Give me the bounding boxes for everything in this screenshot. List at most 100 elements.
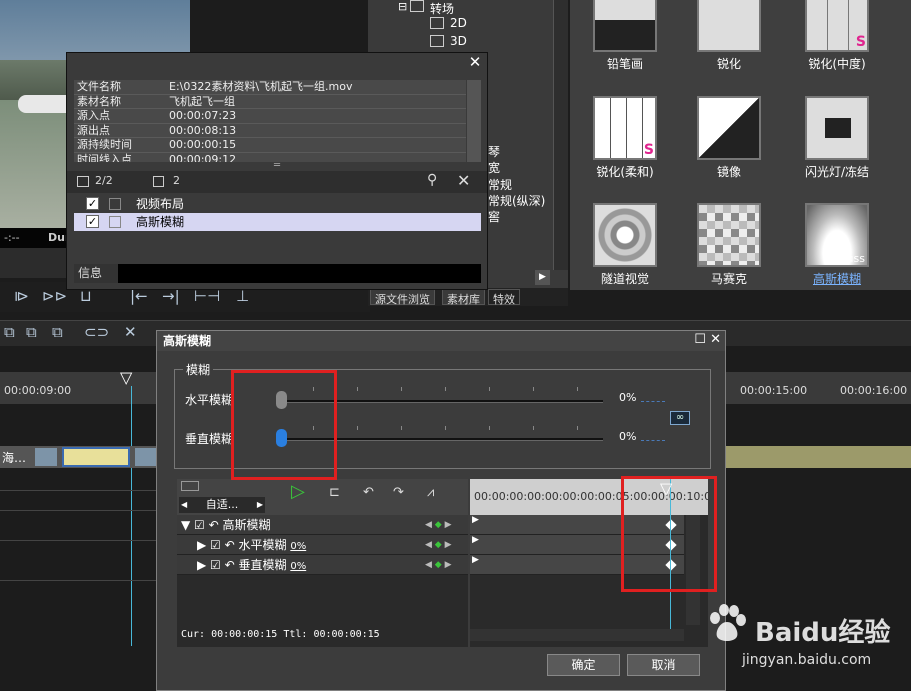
checkbox[interactable]: ✓: [86, 215, 99, 228]
video-track[interactable]: 海…: [0, 446, 160, 468]
mosaic-effect-icon: [697, 203, 761, 267]
value-underline: [641, 440, 665, 441]
tree-folder-transitions[interactable]: 转场: [430, 0, 454, 17]
slider-tick: [577, 426, 578, 430]
video-track-right[interactable]: [725, 446, 911, 468]
playhead-icon[interactable]: ▽: [120, 370, 142, 386]
graph-icon[interactable]: ⩘: [427, 485, 434, 500]
checkbox[interactable]: ✓: [86, 197, 99, 210]
link-icon[interactable]: ∞: [670, 411, 690, 425]
s-badge: S: [855, 34, 866, 50]
tab-effects[interactable]: 特效: [488, 289, 520, 306]
vertical-blur-label: 垂直模糊: [185, 432, 234, 446]
row-label: ▼ ☑ ↶ 高斯模糊: [181, 518, 271, 532]
gaussian-blur-filter-icon: [109, 216, 121, 228]
strobe-freeze-effect-icon: [805, 96, 869, 160]
filter-settings-icon[interactable]: ⚲: [427, 172, 437, 188]
dialog-title: 高斯模糊: [157, 331, 725, 351]
grip-icon[interactable]: [181, 481, 199, 491]
effect-sharpen-medium[interactable]: S 锐化(中度): [787, 0, 887, 72]
info-tab[interactable]: 信息: [74, 264, 118, 283]
copy-icon[interactable]: ⧉: [26, 323, 37, 341]
tree-item-partial[interactable]: 常规(纵深): [488, 192, 545, 209]
effect-label: 锐化(中度): [808, 57, 866, 71]
keyframe-row-vertical-blur[interactable]: ▶ ☑ ↶ 垂直模糊 0% ◀ ◆ ▶: [177, 555, 468, 575]
splitter-handle[interactable]: ═: [267, 161, 287, 171]
keyframe-horizontal-scrollbar[interactable]: [470, 629, 684, 641]
keyframe-nav[interactable]: ◀ ◆ ▶: [425, 515, 452, 535]
filter-item-label: 视频布局: [136, 197, 185, 211]
effect-mirror[interactable]: 镜像: [679, 96, 779, 180]
effect-pencil[interactable]: 铅笔画: [575, 0, 675, 72]
undo-icon[interactable]: ↶: [363, 485, 374, 500]
play-in-out-icon[interactable]: ⧐: [14, 287, 29, 305]
paste-icon[interactable]: ⧉: [52, 323, 63, 341]
filter-item-gaussian-blur[interactable]: ✓ 高斯模糊: [74, 213, 481, 231]
ruler-timecode: 00:00:15:00: [740, 384, 808, 397]
chevron-left-icon[interactable]: ◀: [181, 497, 187, 513]
effect-label: 高斯模糊: [812, 272, 861, 286]
tree-item-partial[interactable]: 常规: [488, 176, 512, 193]
info-scrollbar[interactable]: [467, 80, 481, 162]
cut-icon[interactable]: ⧉: [4, 323, 15, 341]
ruler-timecode: 00:00:16:00: [840, 384, 908, 397]
effect-label: 镜像: [716, 165, 741, 179]
info-table: 文件名称 E:\0322素材资料\飞机起飞一组.mov 素材名称 飞机起飞一组 源入…: [74, 80, 466, 162]
effects-palette: 铅笔画 锐化 S 锐化(中度) S 锐化(柔和) 镜像 闪光灯/冻结 隧道视觉 …: [570, 0, 911, 290]
start-marker: ▶: [472, 555, 479, 565]
track-divider: [0, 490, 160, 491]
keyframe-nav[interactable]: ◀ ◆ ▶: [425, 535, 452, 555]
clip-icon[interactable]: ⊂⊃: [84, 323, 109, 341]
chevron-right-icon[interactable]: ▶: [257, 497, 263, 513]
tree-item-2d[interactable]: 2D: [450, 16, 467, 30]
remove-filter-icon[interactable]: ✕: [457, 171, 470, 190]
tree-item-partial[interactable]: 窖: [488, 208, 500, 225]
selected-clip[interactable]: [62, 447, 130, 467]
redo-icon[interactable]: ↷: [393, 485, 404, 500]
fast-forward-icon[interactable]: ⊳⊳: [42, 287, 67, 305]
keyframe-row-gaussian-blur[interactable]: ▼ ☑ ↶ 高斯模糊 ◀ ◆ ▶: [177, 515, 468, 535]
tab-source-browser[interactable]: 源文件浏览: [370, 289, 435, 306]
filter-item-label: 高斯模糊: [136, 215, 185, 229]
gauss-text: Gauss: [831, 252, 865, 265]
scroll-right-icon[interactable]: ▶: [535, 270, 550, 285]
effect-label: 锐化(柔和): [596, 165, 654, 179]
effect-tunnel-vision[interactable]: 隧道视觉: [575, 203, 675, 287]
ok-button[interactable]: 确定: [547, 654, 620, 676]
interpolation-mode: 自适...: [205, 498, 239, 511]
baidu-paw-icon: [710, 604, 746, 641]
keyframe-nav[interactable]: ◀ ◆ ▶: [425, 555, 452, 575]
tree-item-partial[interactable]: 宽: [488, 159, 500, 176]
maximize-icon[interactable]: ☐: [694, 332, 706, 347]
cancel-button[interactable]: 取消: [627, 654, 700, 676]
tab-bin[interactable]: 素材库: [442, 289, 485, 306]
info-row: 素材名称 飞机起飞一组: [74, 95, 466, 109]
video-layout-icon: [109, 198, 121, 210]
effect-sharpen[interactable]: 锐化: [679, 0, 779, 72]
effect-gaussian-blur[interactable]: Gauss 高斯模糊: [787, 203, 887, 287]
filter-item-video-layout[interactable]: ✓ 视频布局: [74, 195, 481, 213]
interpolation-dropdown[interactable]: ◀ 自适... ▶: [179, 497, 265, 513]
annotation-box-sliders: [231, 370, 337, 480]
tree-expand-icon[interactable]: ⊟: [398, 0, 407, 13]
effect-label: 铅笔画: [606, 57, 643, 71]
transition-icon: [430, 17, 444, 29]
tree-scrollbar[interactable]: [553, 0, 568, 270]
effect-mosaic[interactable]: 马赛克: [679, 203, 779, 287]
tree-item-3d[interactable]: 3D: [450, 34, 467, 48]
slider-tick: [489, 387, 490, 391]
keyframe-row-horizontal-blur[interactable]: ▶ ☑ ↶ 水平模糊 0% ◀ ◆ ▶: [177, 535, 468, 555]
close-icon[interactable]: ✕: [710, 332, 721, 347]
close-icon[interactable]: ✕: [465, 53, 485, 71]
vertical-blur-value: 0%: [619, 430, 637, 443]
play-icon[interactable]: ▷: [291, 481, 305, 502]
preview-timecode: -:--: [4, 231, 20, 244]
horizontal-blur-value: 0%: [619, 391, 637, 404]
loop-icon[interactable]: ⊏: [329, 485, 340, 500]
tree-item-partial[interactable]: 琴: [488, 143, 500, 160]
delete-icon[interactable]: ✕: [124, 323, 137, 341]
pencil-effect-icon: [593, 0, 657, 52]
effect-sharpen-soft[interactable]: S 锐化(柔和): [575, 96, 675, 180]
slider-tick: [577, 387, 578, 391]
effect-strobe-freeze[interactable]: 闪光灯/冻结: [787, 96, 887, 180]
